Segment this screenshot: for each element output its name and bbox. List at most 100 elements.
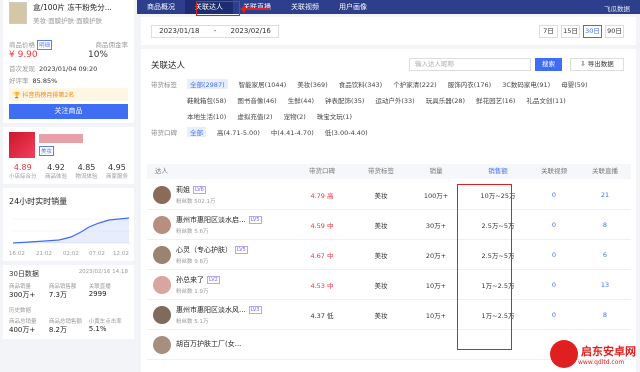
table-row[interactable]: 莉姐 LV6 粉丝数 502.1万 4.79 高美妆 100万+ 10万~25万 0 21 [147,180,631,210]
date-separator: - [213,27,217,35]
shop-logo[interactable] [9,132,35,158]
lives-count[interactable]: 21 [579,191,631,199]
influencer-name[interactable]: 惠州市惠阳区淡水启... [176,215,246,225]
filter-chip[interactable]: 本地生活(10) [187,111,226,121]
influencer-name[interactable]: 莉姐 [176,185,190,195]
filter-chip[interactable]: 全部(2987) [187,79,228,89]
filter-label-tags: 带货标签 [151,81,177,89]
filter-chip[interactable]: 美妆(369) [297,79,327,89]
filter-chip[interactable]: 鲜花园艺(16) [476,95,515,105]
product-title[interactable]: 盒/100片 冻干粉免分... [33,2,112,13]
videos-count[interactable]: 0 [529,191,579,199]
search-button[interactable]: 搜索 [535,58,562,71]
range-15d-button[interactable]: 15日 [561,25,580,38]
influencer-name[interactable]: 胡百万护肤工厂(女... [176,339,241,349]
shop-tag: 美妆 [39,146,55,156]
lives-count[interactable]: 13 [579,281,631,289]
realtime-card: 24小时实时销量 16:02 21:02 02:02 07:02 12:02 [3,188,134,261]
filter-chip[interactable]: 鞋靴箱包(58) [187,95,226,105]
price-detail-tag[interactable]: 明细 [37,40,53,50]
header-lives[interactable]: 关联直播 [579,164,631,179]
product-category: 美妆·面膜护肤·面膜护肤 [33,17,103,25]
videos-count[interactable]: 0 [529,281,579,289]
influencer-cell: 胡百万护肤工厂(女... [147,335,287,354]
reputation-score: 4.79 高 [310,191,334,200]
table-row[interactable]: 惠州市惠阳区淡水启... LV5 粉丝数 5.6万 4.59 中美妆 30万+ 2.5万~… [147,210,631,240]
filter-chip[interactable]: 全部 [187,127,206,137]
avatar[interactable] [153,245,171,264]
filter-chip[interactable]: 服饰内衣(176) [448,79,491,89]
filter-chip[interactable]: 图书音像(46) [237,95,276,105]
tab-related-videos[interactable]: 关联视频 [281,0,329,14]
fans-count: 粉丝数 5.1万 [176,318,209,325]
filter-chip[interactable]: 低(3.00-4.40) [325,127,368,137]
table-row[interactable]: 心灵（专心护肤） LV5 粉丝数 9.8万 4.67 中美妆 20万+ 2.5万~5万 0 6 [147,240,631,270]
range-7d-button[interactable]: 7日 [539,25,558,38]
header-videos[interactable]: 关联视频 [529,164,579,179]
filter-chip[interactable]: 礼品文创(11) [526,95,565,105]
filter-chip[interactable]: 高(4.71-5.00) [217,127,260,137]
avatar[interactable] [153,185,171,204]
brand-logo: 飞瓜数据 [604,5,630,13]
table-row[interactable]: 惠州市惠阳区淡水风... LV3 粉丝数 5.1万 4.37 低美妆 10万+ 1万~2.… [147,300,631,330]
filter-chip[interactable]: 智能家居(1044) [239,79,287,89]
shop-name-blurred[interactable] [39,134,83,143]
videos-count[interactable]: 0 [529,251,579,259]
table-row[interactable]: 孙总来了 LV2 粉丝数 1.9万 4.53 中美妆 10万+ 1万~2.5万 0 13 [147,270,631,300]
videos-count[interactable]: 0 [529,311,579,319]
date-range-picker[interactable]: 2023/01/18 - 2023/02/16 [151,25,279,38]
table-header: 达人 带货口碑 带货标签 销量 销售额 关联视频 关联直播 [147,164,631,179]
header-tag: 带货标签 [368,167,394,175]
level-badge: LV6 [193,185,206,194]
videos-count[interactable]: 0 [529,221,579,229]
avatar[interactable] [153,335,171,354]
filter-chip[interactable]: 生鲜(44) [288,95,314,105]
filter-chip[interactable]: 母婴(59) [561,79,587,89]
date-bar: 2023/01/18 - 2023/02/16 7日 15日 30日 90日 [141,17,636,45]
influencer-cell: 惠州市惠阳区淡水启... LV5 粉丝数 5.6万 [147,215,287,235]
product-commission: 10% [87,50,108,60]
filter-chip[interactable]: 食品饮料(343) [339,79,382,89]
lives-count[interactable]: 8 [579,221,631,229]
history-values: 400万+ 8.2万 5.1% [9,325,107,334]
range-buttons: 7日 15日 30日 90日 [536,25,624,38]
filter-chip[interactable]: 珠宝文玩(1) [317,111,352,121]
filter-chip[interactable]: 3C数码家电(91) [502,79,550,89]
highlight-box-revenue [457,184,512,350]
filter-chip[interactable]: 运动户外(33) [375,95,414,105]
main-panel: 关联达人 输入达人昵称 搜索 ⇩ 导出数据 带货标签 全部(2987) 智能家居… [141,49,636,372]
filter-chip[interactable]: 中(4.41-4.70) [271,127,314,137]
header-revenue[interactable]: 销售额 [467,164,529,179]
export-button[interactable]: ⇩ 导出数据 [570,58,624,71]
influencer-cell: 惠州市惠阳区淡水风... LV3 粉丝数 5.1万 [147,305,287,325]
influencer-name[interactable]: 惠州市惠阳区淡水风... [176,305,246,315]
avatar[interactable] [153,305,171,324]
tab-product-overview[interactable]: 商品概况 [137,0,185,14]
header-reputation[interactable]: 带货口碑 [287,164,357,179]
avatar[interactable] [153,275,171,294]
lives-count[interactable]: 6 [579,251,631,259]
avatar[interactable] [153,215,171,234]
sell-tag: 美妆 [374,191,388,200]
highlight-box-tab [196,1,240,16]
filter-chip[interactable]: 虚拟充值(2) [237,111,272,121]
filter-chip[interactable]: 宠物(2) [284,111,306,121]
lives-count[interactable]: 8 [579,311,631,319]
x-tick: 21:02 [36,251,52,257]
filter-chip[interactable]: 钟表配饰(35) [325,95,364,105]
header-sales[interactable]: 销量 [405,164,467,179]
first-seen: 首次发现 2023/01/04 09:20 [9,65,98,73]
influencer-name[interactable]: 心灵（专心护肤） [176,245,232,255]
influencer-name[interactable]: 孙总来了 [176,275,204,285]
filter-chip[interactable]: 玩具乐器(28) [426,95,465,105]
tab-user-profile[interactable]: 用户画像 [329,0,377,14]
range-30d-button[interactable]: 30日 [583,25,602,38]
tag-filter-row-2: 鞋靴箱包(58) 图书音像(46) 生鲜(44) 钟表配饰(35) 运动户外(3… [187,95,631,111]
filter-chip[interactable]: 个护家清(222) [393,79,436,89]
follow-product-button[interactable]: 关注商品 [9,104,128,119]
influencer-search-input[interactable]: 输入达人昵称 [409,58,531,71]
shop-info: 美妆 [39,134,83,156]
realtime-chart: 16:02 21:02 02:02 07:02 12:02 [9,211,131,257]
product-image[interactable] [9,2,27,24]
range-90d-button[interactable]: 90日 [605,25,624,38]
